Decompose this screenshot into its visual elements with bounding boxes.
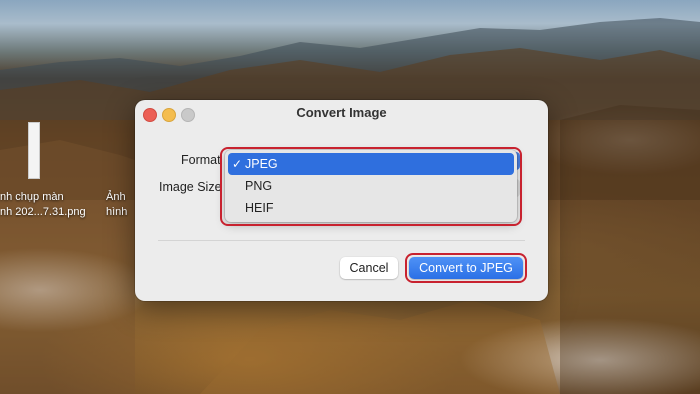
desktop-file-name-line1: nh chụp màn (0, 191, 64, 203)
cancel-button[interactable]: Cancel (340, 257, 398, 279)
file-thumbnail[interactable] (28, 122, 40, 179)
convert-button-highlight (405, 253, 527, 283)
dialog-title: Convert Image (296, 105, 387, 120)
format-menu-highlight (220, 147, 522, 226)
desktop-file-label[interactable]: nh chụp màn nh 202...7.31.png (0, 190, 95, 220)
image-size-label: Image Size (159, 180, 222, 194)
desktop-file2-name-line2: hình (106, 206, 128, 218)
desktop-file-name-line2: nh 202...7.31.png (0, 206, 86, 218)
divider (158, 240, 525, 241)
desktop-file-label-2[interactable]: Ảnh hình (106, 190, 136, 220)
format-label: Format (181, 153, 221, 167)
desktop-file2-name-line1: Ảnh (106, 191, 126, 203)
